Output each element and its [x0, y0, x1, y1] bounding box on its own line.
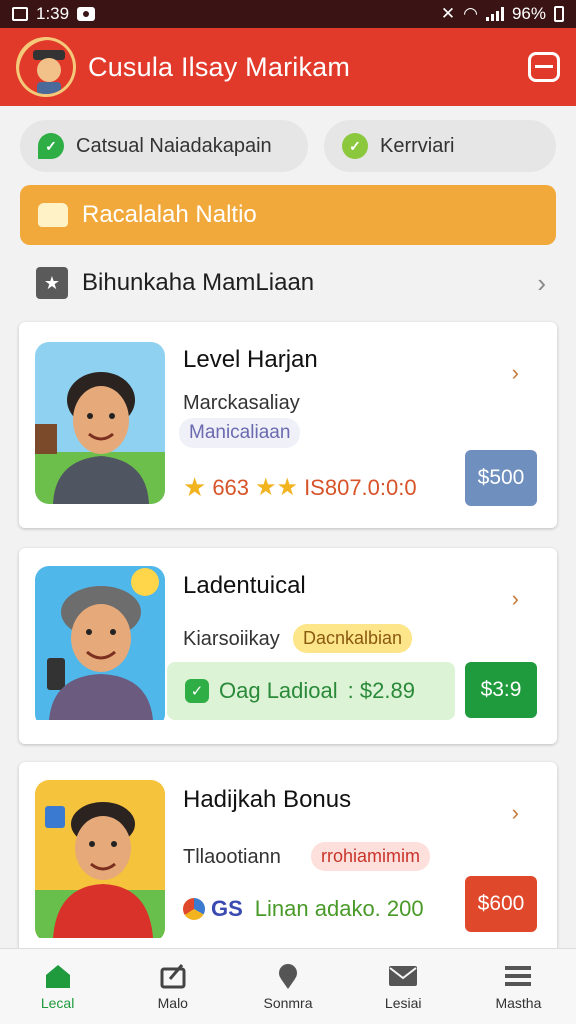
card-tag: Manicaliaan [179, 418, 301, 448]
nav-label: Mastha [495, 994, 542, 1011]
nav-label: Lecal [40, 994, 75, 1011]
nav-item-2[interactable]: Malo [115, 949, 230, 1024]
card-subtitle: Marckasaliay [183, 392, 300, 414]
badge-icon: ★ [36, 267, 68, 299]
card-rating: ★ 663 ★★ IS807.0:0:0 [183, 472, 417, 503]
offer-amount: : $2.89 [347, 678, 415, 703]
card-tag: Dacnkalbian [293, 624, 413, 653]
nav-item-4[interactable]: Lesiai [346, 949, 461, 1024]
card-subtitle: Tllaootiann [183, 846, 281, 868]
card-title: Hadijkah Bonus [183, 786, 352, 813]
wifi-icon: ◠ [463, 4, 478, 23]
section-title: Bihunkaha MamLiaan [82, 269, 315, 296]
app-title: Cusula Ilsay Marikam [88, 51, 351, 82]
card-thumbnail [35, 780, 165, 942]
list-item[interactable]: Ladentuical › Kiarsoiikay Dacnkalbian ✓ … [19, 548, 557, 744]
card-thumbnail [35, 342, 165, 504]
card-title: Ladentuical [183, 572, 306, 599]
offer-label: Oag Ladioal [219, 678, 338, 703]
chat-check-icon: ✓ [38, 133, 64, 159]
card-title: Level Harjan [183, 346, 318, 373]
list-item[interactable]: Level Harjan › Marckasaliay Manicaliaan … [19, 322, 557, 528]
user-avatar[interactable] [16, 37, 76, 97]
chip-filter-1[interactable]: ✓ Catsual Naiadakapain [20, 120, 308, 172]
chevron-right-icon: › [537, 267, 546, 298]
card-thumbnail [35, 566, 165, 728]
nav-item-3[interactable]: Sonmra [230, 949, 345, 1024]
gallery-icon [12, 7, 28, 21]
card-amount: IS807.0:0:0 [304, 474, 417, 500]
nav-item-5[interactable]: Mastha [461, 949, 576, 1024]
battery-icon [554, 6, 564, 22]
edit-icon [160, 963, 186, 988]
menu-icon[interactable] [528, 52, 560, 82]
nav-label: Malo [157, 994, 188, 1011]
chip-label: Kerrviari [380, 134, 455, 157]
star-icon: ★★ [255, 474, 299, 501]
rating-value: 663 [212, 474, 250, 500]
chip-label: Catsual Naiadakapain [76, 134, 272, 157]
bottom-nav: Lecal Malo Sonmra Lesiai Mastha [0, 948, 576, 1024]
offer-row: ✓ Oag Ladioal : $2.89 [167, 662, 455, 720]
buy-button[interactable]: $600 [465, 876, 537, 932]
mute-icon: ✕ [440, 4, 456, 23]
buy-button[interactable]: $3:9 [465, 662, 537, 718]
chip-filter-2[interactable]: ✓ Kerrviari [324, 120, 556, 172]
star-icon: ★ [183, 472, 207, 502]
bonus-row: GS Linan adako. 200 [183, 896, 424, 922]
check-icon: ✓ [185, 679, 209, 703]
app-bar: Cusula Ilsay Marikam [0, 28, 576, 106]
battery-level: 96% [511, 4, 546, 23]
signal-icon [485, 7, 504, 21]
banner-label: Racalalah Naltio [82, 201, 257, 228]
mail-icon [389, 965, 418, 986]
nav-label: Sonmra [263, 994, 313, 1011]
bonus-code: GS [211, 896, 243, 921]
check-icon: ✓ [342, 133, 368, 159]
menu-icon [505, 965, 532, 986]
nav-label: Lesiai [384, 994, 422, 1011]
promo-banner[interactable]: Racalalah Naltio [20, 185, 556, 245]
chevron-right-icon: › [511, 800, 519, 825]
ball-icon [183, 898, 205, 920]
chevron-right-icon: › [511, 586, 519, 611]
buy-button[interactable]: $500 [465, 450, 537, 506]
crown-icon [38, 203, 68, 227]
status-bar: 1:39 ✕ ◠ 96% [0, 0, 576, 28]
status-time: 1:39 [36, 4, 70, 23]
list-item[interactable]: Hadijkah Bonus › Tllaootiann rrohiamimim… [19, 762, 557, 962]
card-subtitle: Kiarsoiikay [183, 628, 280, 650]
location-icon [279, 963, 297, 989]
nav-item-home[interactable]: Lecal [0, 949, 115, 1024]
card-tag: rrohiamimim [311, 842, 430, 871]
home-icon [45, 964, 70, 988]
section-header[interactable]: ★ Bihunkaha MamLiaan › [36, 262, 546, 304]
chevron-right-icon: › [511, 360, 519, 385]
record-icon [77, 7, 96, 21]
bonus-text: Linan adako. 200 [254, 896, 424, 921]
